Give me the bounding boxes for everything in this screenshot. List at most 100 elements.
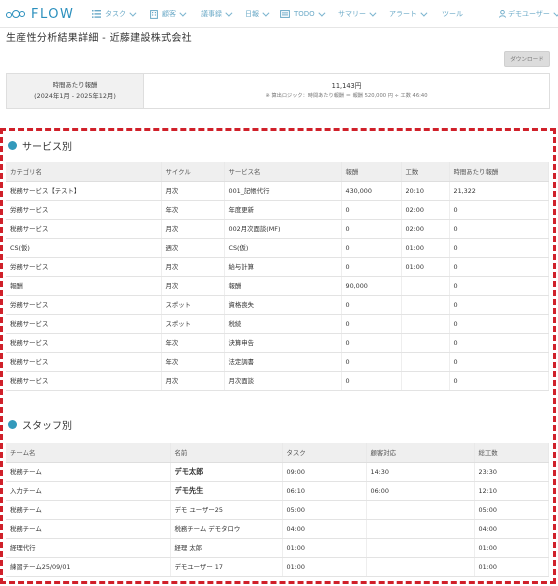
table-cell: 05:00 <box>474 500 549 520</box>
nav-item-tools[interactable]: ツール <box>442 0 463 28</box>
nav-item-summary[interactable]: サマリー <box>338 0 377 28</box>
table-cell: 決算申告 <box>224 333 342 353</box>
table-cell: 月次 <box>161 219 225 239</box>
nav-item-task[interactable]: タスク <box>92 0 137 28</box>
table-cell: 月次 <box>161 371 225 391</box>
todo-icon <box>280 10 290 18</box>
table-cell: 税務サービス <box>6 219 162 239</box>
chevron-down-icon <box>553 9 558 17</box>
table-cell: 経理代行 <box>6 538 171 558</box>
table-row: 税務サービス 月次 月次面談 0 0 <box>6 371 549 391</box>
table-cell: 月次 <box>161 181 225 201</box>
nav-item-label: アラート <box>389 10 417 18</box>
user-menu[interactable]: デモユーザー <box>499 0 558 28</box>
table-cell: 0 <box>449 295 549 315</box>
table-row: 報酬 月次 報酬 90,000 0 <box>6 276 549 296</box>
table-cell: 02:00 <box>401 219 450 239</box>
nav-item-customer[interactable]: 顧客 <box>150 0 187 28</box>
staff-table: チーム名 名前 タスク 顧客対応 総工数 税務チーム デモ太郎 09:00 14:30… <box>6 443 549 577</box>
table-cell: 0 <box>341 257 402 277</box>
column-header: 名前 <box>170 443 283 463</box>
table-cell: 01:00 <box>282 557 367 577</box>
table-cell <box>401 333 450 353</box>
table-cell: 年次 <box>161 352 225 372</box>
summary-label-title: 時間あたり報酬 <box>52 81 98 89</box>
table-cell: デモ先生 <box>170 481 283 501</box>
table-cell: 0 <box>449 257 549 277</box>
table-cell: 01:00 <box>282 538 367 558</box>
nav-item-alert[interactable]: アラート <box>389 0 428 28</box>
table-row: 税務サービス【テスト】 月次 001_記帳代行 430,000 20:10 21,322 <box>6 181 549 201</box>
logo-text: FLOW <box>31 7 75 22</box>
table-cell: 0 <box>449 200 549 220</box>
table-cell: 報酬 <box>224 276 342 296</box>
summary-note: ※ 算出ロジック：時間あたり報酬 ＝ 報酬 520,000 円 ÷ 工数 46:… <box>265 93 428 99</box>
table-cell <box>401 352 450 372</box>
column-header: 時間あたり報酬 <box>449 162 549 182</box>
table-cell: 法定調書 <box>224 352 342 372</box>
section-dot-icon <box>8 420 17 429</box>
column-header: サービス名 <box>224 162 342 182</box>
table-cell <box>401 295 450 315</box>
table-cell: 001_記帳代行 <box>224 181 342 201</box>
table-row: 税務チーム 税務チーム デモタロウ 04:00 04:00 <box>6 519 549 539</box>
nav-item-label: 議事録 <box>201 10 222 18</box>
table-cell: 年次 <box>161 333 225 353</box>
chevron-down-icon <box>318 9 326 17</box>
column-header: 顧客対応 <box>366 443 475 463</box>
table-cell: デモユーザー 17 <box>170 557 283 577</box>
table-cell: 給与計算 <box>224 257 342 277</box>
table-cell: 0 <box>449 371 549 391</box>
table-cell: 税務サービス <box>6 314 162 334</box>
nav-item-todo[interactable]: TODO <box>280 0 326 28</box>
nav-item-label: TODO <box>294 10 315 18</box>
table-row: 税務チーム デモ ユーザー25 05:00 05:00 <box>6 500 549 520</box>
staff-section-heading: スタッフ別 <box>8 417 72 432</box>
user-icon <box>499 10 506 18</box>
staff-section-title: スタッフ別 <box>22 421 72 432</box>
table-cell: CS(仮) <box>224 238 342 258</box>
table-cell: 0 <box>449 238 549 258</box>
nav-item-label: ツール <box>442 10 463 18</box>
table-cell <box>366 557 475 577</box>
table-header-row: チーム名 名前 タスク 顧客対応 総工数 <box>6 443 549 463</box>
top-nav: FLOW タスク 顧客 議事録 日報 TODO サマリー アラート ツール デモ… <box>0 0 558 28</box>
table-cell: 0 <box>341 352 402 372</box>
nav-item-daily-report[interactable]: 日報 <box>245 0 270 28</box>
table-cell: 年次 <box>161 200 225 220</box>
table-cell: 0 <box>341 314 402 334</box>
table-cell <box>366 538 475 558</box>
download-button[interactable]: ダウンロード <box>504 51 550 67</box>
table-cell: デモ太郎 <box>170 462 283 482</box>
table-cell: 06:00 <box>366 481 475 501</box>
table-cell: 経理 太郎 <box>170 538 283 558</box>
nav-item-minutes[interactable]: 議事録 <box>201 0 233 28</box>
page-title: 生産性分析結果詳細 - 近藤建設株式会社 <box>6 33 192 44</box>
table-cell: 01:00 <box>401 257 450 277</box>
table-cell: 0 <box>449 314 549 334</box>
table-cell <box>366 519 475 539</box>
table-cell: 430,000 <box>341 181 402 201</box>
table-row: 練習チーム25/09/01 デモユーザー 17 01:00 01:00 <box>6 557 549 577</box>
table-cell: 23:30 <box>474 462 549 482</box>
list-icon <box>92 10 101 18</box>
service-table: カテゴリ名 サイクル サービス名 報酬 工数 時間あたり報酬 税務サービス【テス… <box>6 162 549 391</box>
table-cell: 0 <box>449 276 549 296</box>
table-cell: 02:00 <box>401 200 450 220</box>
column-header: チーム名 <box>6 443 171 463</box>
table-cell <box>401 314 450 334</box>
table-row: 経理代行 経理 太郎 01:00 01:00 <box>6 538 549 558</box>
table-cell: 0 <box>341 333 402 353</box>
table-row: CS(仮) 週次 CS(仮) 0 01:00 0 <box>6 238 549 258</box>
table-cell: 税務サービス <box>6 371 162 391</box>
table-cell: 月次面談 <box>224 371 342 391</box>
table-cell: 05:00 <box>282 500 367 520</box>
table-cell: 14:30 <box>366 462 475 482</box>
table-cell <box>366 500 475 520</box>
table-header-row: カテゴリ名 サイクル サービス名 報酬 工数 時間あたり報酬 <box>6 162 549 182</box>
logo[interactable]: FLOW <box>6 7 74 22</box>
table-cell: 0 <box>341 200 402 220</box>
service-section-title: サービス別 <box>22 142 72 153</box>
table-cell: 04:00 <box>474 519 549 539</box>
section-dot-icon <box>8 141 17 150</box>
